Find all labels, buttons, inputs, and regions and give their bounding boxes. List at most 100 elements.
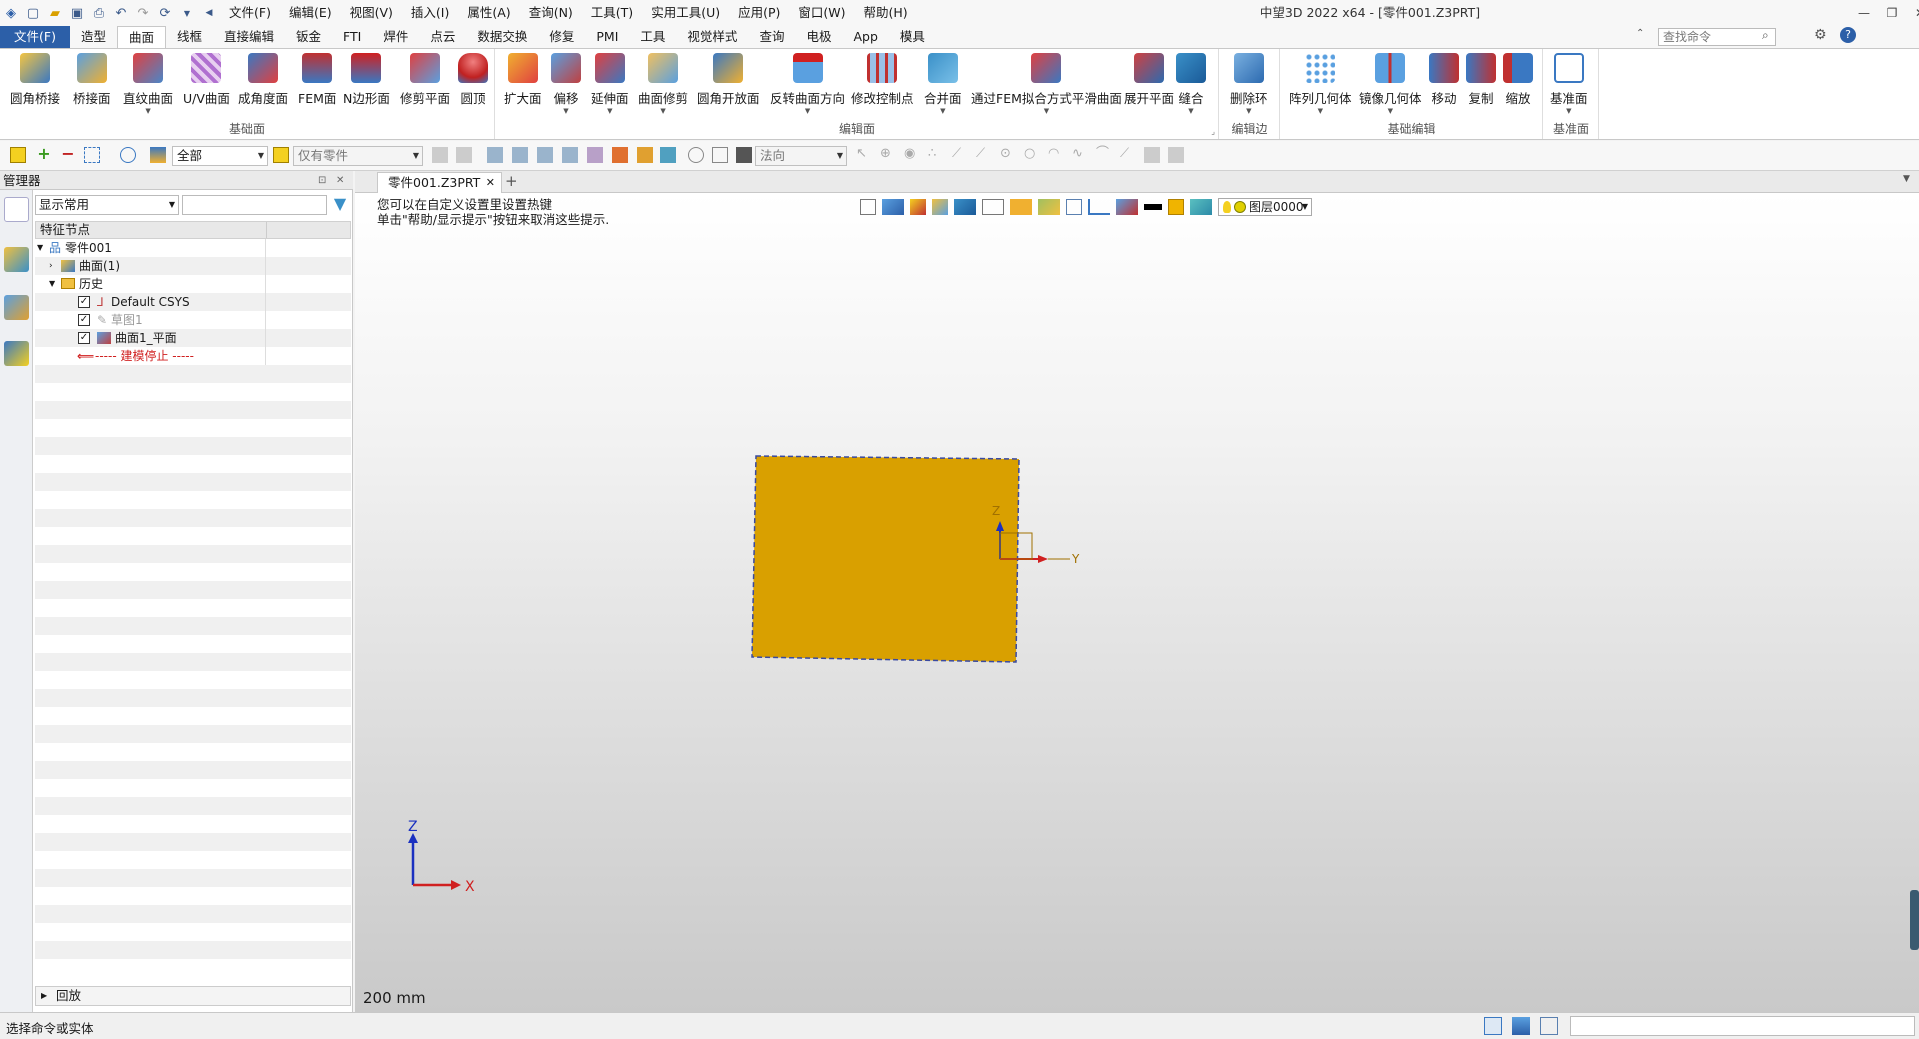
align-icon[interactable] xyxy=(537,147,553,163)
line-icon[interactable]: ⟋ xyxy=(1120,147,1136,163)
expand-arrow-icon[interactable]: ▶ xyxy=(41,987,47,1005)
menu-file[interactable]: 文件(F) xyxy=(220,0,280,26)
user-icon[interactable] xyxy=(4,341,29,366)
move-button[interactable]: 移动 xyxy=(1429,53,1459,107)
tab-weldment[interactable]: 焊件 xyxy=(372,26,419,48)
stitch-button[interactable]: 缝合 ▼ xyxy=(1176,53,1206,115)
pattern-geometry-button[interactable]: 阵列几何体 ▼ xyxy=(1289,53,1352,115)
add-icon[interactable]: + xyxy=(36,146,52,163)
visibility-checkbox[interactable]: ✓ xyxy=(78,296,90,308)
pointer-icon[interactable] xyxy=(587,147,603,163)
menu-tools[interactable]: 工具(T) xyxy=(582,0,642,26)
circle-icon[interactable]: ○ xyxy=(1024,147,1040,163)
3d-viewport[interactable]: 您可以在自定义设置里设置热键 单击"帮助/显示提示"按钮来取消这些提示. 图层0… xyxy=(355,193,1919,1012)
redo-icon[interactable]: ↷ xyxy=(132,2,154,24)
restore-icon[interactable]: ❐ xyxy=(1878,0,1906,26)
replay-section[interactable]: ▶ 回放 xyxy=(35,986,351,1006)
visibility-checkbox[interactable]: ✓ xyxy=(78,314,90,326)
help-icon[interactable]: ? xyxy=(1840,27,1856,43)
collapse-arrow-icon[interactable]: ▼ xyxy=(49,275,55,293)
close-tab-icon[interactable]: ✕ xyxy=(486,173,495,193)
unfold-plane-button[interactable]: 展开平面 xyxy=(1124,53,1174,107)
tab-query[interactable]: 查询 xyxy=(748,26,795,48)
filter-icon[interactable] xyxy=(150,147,166,163)
target-icon[interactable]: ⊕ xyxy=(880,147,896,163)
search-icon[interactable]: ⌕ xyxy=(1762,28,1769,43)
new-file-icon[interactable]: ▢ xyxy=(22,2,44,24)
bridge-surface-button[interactable]: 桥接面 xyxy=(73,53,111,107)
play-icon[interactable]: ◉ xyxy=(904,147,920,163)
menu-apps[interactable]: 应用(P) xyxy=(729,0,789,26)
menu-query[interactable]: 查询(N) xyxy=(520,0,582,26)
tab-list-icon[interactable]: ▼ xyxy=(1903,174,1910,184)
close-icon[interactable]: ✕ xyxy=(1906,0,1919,26)
copy-button[interactable]: 复制 xyxy=(1466,53,1496,107)
assembly-icon[interactable] xyxy=(4,247,29,272)
align-icon[interactable] xyxy=(512,147,528,163)
tab-pointcloud[interactable]: 点云 xyxy=(419,26,466,48)
new-tab-icon[interactable]: + xyxy=(505,172,518,190)
curve-icon[interactable]: ∿ xyxy=(1072,147,1088,163)
arc-icon[interactable]: ◠ xyxy=(1048,147,1064,163)
dropdown-icon[interactable]: ▼ xyxy=(563,107,568,115)
minimize-icon[interactable]: — xyxy=(1850,0,1878,26)
visibility-checkbox[interactable]: ✓ xyxy=(78,332,90,344)
clock-icon[interactable] xyxy=(688,147,704,163)
fillet-open-surface-button[interactable]: 圆角开放面 xyxy=(697,53,760,107)
settings-gear-icon[interactable]: ⚙ xyxy=(1814,27,1827,43)
circle-center-icon[interactable]: ⊙ xyxy=(1000,147,1016,163)
spline-icon[interactable]: ⌒ xyxy=(1096,147,1112,163)
display-mode-select[interactable]: 显示常用 ▼ xyxy=(35,195,179,215)
tab-mold[interactable]: 模具 xyxy=(889,26,936,48)
fem-surface-button[interactable]: FEM面 xyxy=(298,53,336,107)
mirror-geometry-button[interactable]: 镜像几何体 ▼ xyxy=(1359,53,1422,115)
align-icon[interactable] xyxy=(562,147,578,163)
tree-row-part[interactable]: ▼ 品 零件001 xyxy=(35,239,351,257)
surface-tool-icon[interactable] xyxy=(1144,147,1160,163)
merge-surface-button[interactable]: 合并面 ▼ xyxy=(924,53,962,115)
modify-control-points-button[interactable]: 修改控制点 xyxy=(851,53,914,107)
toolbar-tool-icon[interactable] xyxy=(456,147,472,163)
quick-access-dropdown-icon[interactable]: ▼ xyxy=(176,2,198,24)
command-search-input[interactable]: 查找命令 xyxy=(1658,28,1776,46)
menu-attribute[interactable]: 属性(A) xyxy=(458,0,519,26)
arrow-icon[interactable]: ↖ xyxy=(856,147,872,163)
open-file-icon[interactable]: ▰ xyxy=(44,2,66,24)
collapse-arrow-icon[interactable]: ▼ xyxy=(37,239,43,257)
dropdown-icon[interactable]: ▼ xyxy=(607,107,612,115)
surface-tool-icon[interactable] xyxy=(1168,147,1184,163)
filter-funnel-icon[interactable]: ▼ xyxy=(331,195,349,213)
close-panel-icon[interactable]: ✕ xyxy=(336,171,344,190)
plane-surface[interactable] xyxy=(751,455,1020,663)
dropdown-icon[interactable]: ▼ xyxy=(805,107,810,115)
trimmed-plane-button[interactable]: 修剪平面 xyxy=(400,53,450,107)
scale-button[interactable]: 缩放 xyxy=(1503,53,1533,107)
tab-visual-style[interactable]: 视觉样式 xyxy=(676,26,748,48)
pick-cursor-icon[interactable] xyxy=(10,147,26,163)
ruled-surface-button[interactable]: 直纹曲面 ▼ xyxy=(123,53,173,115)
angled-surface-button[interactable]: 成角度面 xyxy=(238,53,288,107)
surface-trim-button[interactable]: 曲面修剪 ▼ xyxy=(638,53,688,115)
tab-electrode[interactable]: 电极 xyxy=(795,26,842,48)
model-canvas[interactable]: Z Y Z X xyxy=(355,193,1919,1012)
frame-icon[interactable] xyxy=(712,147,728,163)
fem-smooth-surface-button[interactable]: 通过FEM拟合方式平滑曲面 ▼ xyxy=(971,53,1122,115)
filter-select[interactable]: 全部 ▼ xyxy=(172,146,268,166)
menu-view[interactable]: 视图(V) xyxy=(341,0,402,26)
image-tool-icon[interactable] xyxy=(660,147,676,163)
tree-row-plane-surface[interactable]: ✓ 曲面1_平面 xyxy=(35,329,351,347)
pin-icon[interactable]: ⊡ xyxy=(318,171,326,190)
tab-pmi[interactable]: PMI xyxy=(585,26,629,48)
dropdown-icon[interactable]: ▼ xyxy=(1318,107,1323,115)
collapse-ribbon-icon[interactable]: ⌃ xyxy=(1636,28,1644,39)
tree-row-sketch[interactable]: ✓ ✎ 草图1 xyxy=(35,311,351,329)
monitor-icon[interactable] xyxy=(1512,1017,1530,1035)
dropdown-icon[interactable]: ▼ xyxy=(145,107,150,115)
menu-edit[interactable]: 编辑(E) xyxy=(280,0,341,26)
tree-row-stop-marker[interactable]: ⟸ ----- 建模停止 ----- xyxy=(35,347,351,365)
lasso-icon[interactable] xyxy=(120,147,136,163)
color-tool-icon[interactable] xyxy=(612,147,628,163)
fillet-bridge-button[interactable]: 圆角桥接 xyxy=(10,53,60,107)
document-tab[interactable]: 零件001.Z3PRT ✕ xyxy=(377,172,502,193)
tab-tools[interactable]: 工具 xyxy=(629,26,676,48)
